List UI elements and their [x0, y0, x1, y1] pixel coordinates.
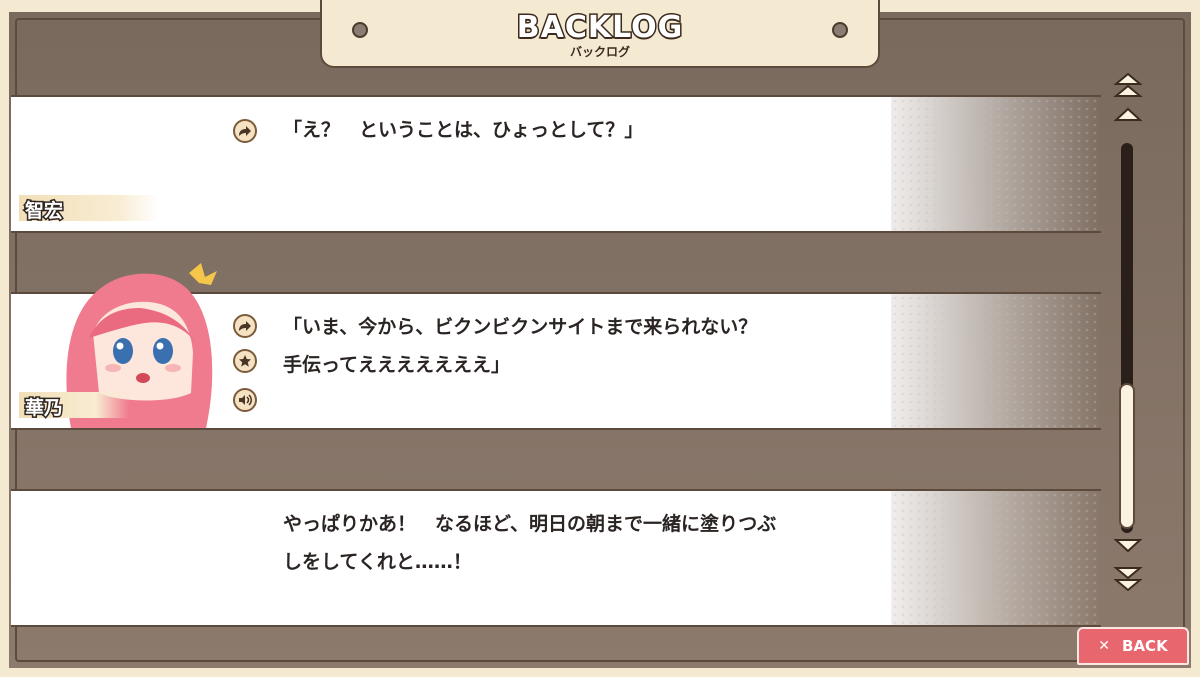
scrollbar-thumb[interactable]: [1119, 383, 1135, 529]
backlog-entry[interactable]: やっぱりかあ！ なるほど、明日の朝まで一緒に塗りつぶ しをしてくれと……！: [11, 489, 1101, 627]
page-subtitle: バックログ: [569, 45, 630, 59]
favorite-icon[interactable]: [233, 349, 257, 373]
dialogue-line: 手伝ってえええええええ」: [283, 354, 511, 376]
back-button[interactable]: ✕ BACK: [1077, 627, 1189, 665]
jump-icon[interactable]: [233, 314, 257, 338]
speaker-label: 華乃: [19, 392, 129, 421]
narration-line: やっぱりかあ！ なるほど、明日の朝まで一緒に塗りつぶ: [283, 513, 777, 535]
scroll-up-button[interactable]: [1112, 106, 1144, 126]
back-button-label: BACK: [1122, 637, 1168, 655]
voice-replay-icon[interactable]: [233, 388, 257, 412]
narration-line: しをしてくれと……！: [283, 551, 472, 573]
jump-icon[interactable]: [233, 119, 257, 143]
backlog-entry[interactable]: 「え？ ということは、ひょっとして？」 智宏: [11, 95, 1101, 233]
scroll-to-top-button[interactable]: [1112, 72, 1144, 102]
dialogue-line: 「いま、今から、ビクンビクンサイトまで来られない？: [283, 316, 758, 338]
backlog-entry[interactable]: 「いま、今から、ビクンビクンサイトまで来られない？ 手伝ってえええええええ」 華…: [11, 263, 1101, 430]
scroll-down-button[interactable]: [1112, 538, 1144, 558]
dialogue-line: 「え？ ということは、ひょっとして？」: [283, 119, 644, 141]
speaker-name: 華乃: [23, 396, 64, 421]
speaker-name: 智宏: [23, 199, 64, 224]
close-icon: ✕: [1098, 638, 1111, 654]
page-title: BACKLOG: [515, 9, 684, 47]
backlog-header: BACKLOG バックログ: [320, 0, 880, 68]
speaker-label: 智宏: [19, 195, 159, 224]
scroll-to-bottom-button[interactable]: [1112, 566, 1144, 596]
